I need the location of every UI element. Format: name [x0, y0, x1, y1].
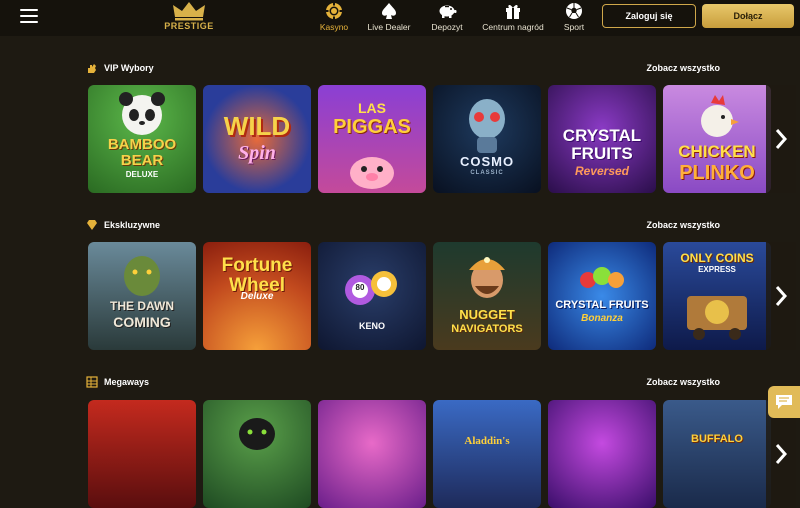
spade-icon — [382, 3, 396, 19]
top-bar: PRESTIGE Kasyno Live Dealer Depozyt Cent… — [0, 0, 800, 36]
game-subtitle: EXPRESS — [698, 265, 736, 274]
game-title: LAS — [358, 100, 386, 116]
menu-icon[interactable] — [20, 9, 38, 23]
vip-hand-icon — [88, 64, 96, 73]
soccer-ball-icon — [566, 3, 582, 19]
gift-icon — [506, 4, 520, 19]
alien-icon — [469, 99, 505, 153]
panther-icon — [239, 418, 275, 450]
section-title: Megaways — [104, 377, 150, 387]
chevron-right-icon — [775, 286, 788, 306]
pig-icon — [350, 157, 394, 189]
chevron-right-icon — [775, 129, 788, 149]
game-title: WILD — [223, 111, 291, 141]
see-all-link[interactable]: Zobacz wszystko — [646, 377, 720, 387]
nav-label: Centrum nagród — [482, 22, 544, 32]
game-tile[interactable] — [88, 400, 196, 508]
game-subtitle: DELUXE — [125, 170, 159, 179]
game-title: COSMO — [459, 154, 515, 169]
game-title: PLINKO — [679, 162, 755, 184]
game-title: NUGGET — [459, 307, 515, 322]
game-title: KENO — [358, 321, 385, 331]
diamond-icon — [87, 220, 97, 230]
scroll-right-arrow[interactable] — [766, 242, 796, 350]
logo-text: PRESTIGE — [164, 21, 214, 31]
game-title: COMING — [113, 314, 171, 330]
miner-icon — [469, 257, 505, 298]
logo[interactable]: PRESTIGE — [162, 0, 216, 36]
piggy-bank-icon — [439, 5, 457, 18]
game-title: BUFFALO — [691, 433, 743, 445]
game-tile[interactable]: 80 KENO — [318, 242, 426, 350]
see-all-link[interactable]: Zobacz wszystko — [646, 63, 720, 73]
fruit-icon — [580, 267, 624, 288]
game-title: BAMBOO — [107, 136, 177, 153]
game-title: ONLY COINS — [680, 251, 754, 265]
nav-live-dealer[interactable]: Live Dealer — [366, 0, 412, 36]
game-title: Aladdin's — [464, 435, 510, 447]
game-title: PIGGAS — [333, 116, 411, 138]
nav-label: Live Dealer — [367, 22, 411, 32]
game-tile[interactable]: COSMO CLASSIC — [433, 85, 541, 193]
chevron-right-icon — [775, 444, 788, 464]
game-tile[interactable] — [203, 400, 311, 508]
section-header-vip: VIP Wybory Zobacz wszystko — [86, 60, 720, 76]
grid-icon — [86, 376, 98, 388]
keno-number: 80 — [355, 283, 365, 292]
game-tile[interactable]: LAS PIGGAS — [318, 85, 426, 193]
nav-centrum-nagrod[interactable]: Centrum nagród — [480, 0, 546, 36]
game-tile[interactable]: WILD Spin — [203, 85, 311, 193]
nav-label: Kasyno — [319, 22, 349, 32]
join-button[interactable]: Dołącz — [702, 4, 794, 28]
orc-icon — [124, 256, 160, 296]
game-tile[interactable] — [548, 400, 656, 508]
section-title: Ekskluzywne — [104, 220, 161, 230]
game-title: Fortune — [221, 255, 293, 276]
game-tile[interactable]: Aladdin's — [433, 400, 541, 508]
game-title: CHICKEN — [678, 142, 756, 161]
nav-kasyno[interactable]: Kasyno — [318, 0, 350, 36]
game-subtitle: Deluxe — [240, 291, 274, 302]
game-tile[interactable]: CRYSTAL FRUITS Reversed — [548, 85, 656, 193]
see-all-link[interactable]: Zobacz wszystko — [646, 220, 720, 230]
nav-label: Sport — [563, 22, 585, 32]
section-title: VIP Wybory — [104, 63, 154, 73]
nav-depozyt[interactable]: Depozyt — [428, 0, 466, 36]
game-title: BEAR — [120, 152, 164, 169]
game-subtitle: Bonanza — [581, 313, 623, 324]
chat-button[interactable] — [768, 386, 800, 418]
nav-sport[interactable]: Sport — [560, 0, 588, 36]
game-title: FRUITS — [571, 144, 633, 163]
game-tile[interactable]: BUFFALO — [663, 400, 771, 508]
game-tile[interactable]: CHICKEN PLINKO — [663, 85, 771, 193]
login-button[interactable]: Zaloguj się — [602, 4, 696, 28]
game-tile[interactable]: NUGGET NAVIGATORS — [433, 242, 541, 350]
chat-bubble-icon — [776, 395, 792, 409]
game-title: NAVIGATORS — [451, 323, 523, 335]
casino-chip-icon — [325, 2, 343, 20]
crown-icon — [173, 2, 205, 21]
game-tile[interactable] — [318, 400, 426, 508]
game-tile[interactable]: Fortune Wheel Deluxe — [203, 242, 311, 350]
game-subtitle: Reversed — [574, 164, 630, 178]
chicken-icon — [701, 95, 739, 137]
game-tile[interactable]: ONLY COINS EXPRESS — [663, 242, 771, 350]
game-title: CRYSTAL FRUITS — [555, 299, 649, 311]
game-tile[interactable]: CRYSTAL FRUITS Bonanza — [548, 242, 656, 350]
section-header-exclusive: Ekskluzywne Zobacz wszystko — [86, 217, 720, 233]
scroll-right-arrow[interactable] — [766, 85, 796, 193]
game-tile[interactable]: THE DAWN COMING — [88, 242, 196, 350]
game-subtitle: CLASSIC — [470, 170, 504, 176]
section-header-megaways: Megaways Zobacz wszystko — [86, 374, 720, 390]
game-title: Spin — [238, 142, 276, 164]
nav-label: Depozyt — [431, 22, 463, 32]
train-icon — [687, 296, 747, 340]
game-tile[interactable]: BAMBOO BEAR DELUXE — [88, 85, 196, 193]
game-title: CRYSTAL — [562, 126, 642, 145]
game-title: THE DAWN — [110, 299, 174, 313]
